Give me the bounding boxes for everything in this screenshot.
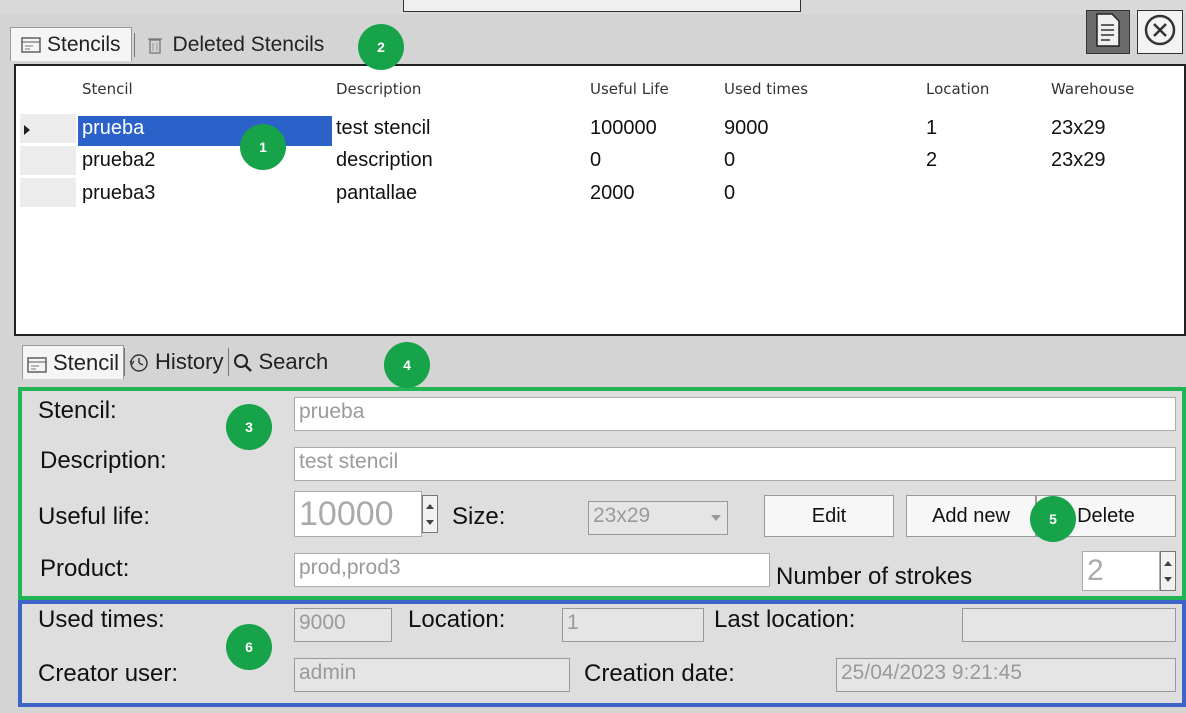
stepper-up-icon bbox=[426, 504, 434, 509]
cell-description: test stencil bbox=[336, 117, 431, 139]
tab-history-label: History bbox=[155, 349, 224, 374]
cell-warehouse: 23x29 bbox=[1051, 117, 1106, 139]
column-header[interactable]: Stencil bbox=[82, 80, 133, 98]
column-header[interactable]: Useful Life bbox=[590, 80, 669, 98]
cell-used-times: 0 bbox=[724, 182, 736, 204]
current-row-arrow-icon bbox=[24, 125, 30, 135]
product-field[interactable]: prod,prod3 bbox=[294, 553, 770, 587]
cell-useful-life: 100000 bbox=[590, 117, 657, 139]
top-bar bbox=[0, 0, 1186, 14]
cell-location: 2 bbox=[926, 149, 938, 171]
callout-badge: 2 bbox=[358, 24, 404, 70]
strokes-label: Number of strokes bbox=[776, 563, 973, 590]
cell-warehouse: 23x29 bbox=[1051, 149, 1106, 171]
useful-life-input[interactable]: 10000 bbox=[294, 491, 422, 537]
creator-user-label: Creator user: bbox=[38, 660, 179, 687]
cell-used-times: 0 bbox=[724, 149, 736, 171]
stepper-down-icon bbox=[426, 520, 434, 525]
creator-user-field: admin bbox=[294, 658, 570, 692]
callout-badge: 1 bbox=[240, 124, 286, 170]
last-location-field bbox=[962, 608, 1176, 642]
used-times-label: Used times: bbox=[38, 606, 165, 633]
stencil-form-panel: Stencil: prueba Description: test stenci… bbox=[18, 387, 1186, 600]
stencil-label: Stencil: bbox=[38, 397, 117, 424]
callout-badge: 4 bbox=[384, 342, 430, 388]
description-label: Description: bbox=[40, 447, 167, 474]
cell-useful-life: 2000 bbox=[590, 182, 635, 204]
detail-tabbar: Stencil History Search bbox=[22, 344, 332, 380]
stepper-up-icon bbox=[1164, 561, 1172, 566]
useful-life-stepper[interactable] bbox=[422, 495, 438, 533]
useful-life-label: Useful life: bbox=[38, 503, 151, 530]
tab-search[interactable]: Search bbox=[229, 345, 333, 379]
tab-history[interactable]: History bbox=[125, 345, 227, 379]
stencil-info-panel: Used times: 9000 Location: 1 Last locati… bbox=[18, 600, 1186, 707]
callout-badge: 3 bbox=[226, 404, 272, 450]
trash-icon bbox=[147, 36, 167, 54]
tab-stencils[interactable]: Stencils bbox=[10, 27, 132, 61]
callout-badge: 5 bbox=[1030, 496, 1076, 542]
creation-date-field: 25/04/2023 9:21:45 bbox=[836, 658, 1176, 692]
grid-header: Stencil Description Useful Life Used tim… bbox=[16, 66, 1184, 110]
stencil-field[interactable]: prueba bbox=[294, 397, 1176, 431]
top-slot bbox=[403, 0, 801, 12]
stepper-down-icon bbox=[1164, 577, 1172, 582]
column-header[interactable]: Warehouse bbox=[1051, 80, 1134, 98]
product-label: Product: bbox=[40, 555, 130, 582]
edit-button[interactable]: Edit bbox=[764, 495, 894, 537]
strokes-stepper[interactable] bbox=[1160, 551, 1176, 591]
cell-useful-life: 0 bbox=[590, 149, 602, 171]
stencils-grid[interactable]: Stencil Description Useful Life Used tim… bbox=[14, 64, 1186, 336]
tab-search-label: Search bbox=[258, 349, 329, 374]
cell-stencil: prueba2 bbox=[82, 149, 156, 171]
tab-stencils-label: Stencils bbox=[47, 32, 121, 56]
tab-stencil[interactable]: Stencil bbox=[22, 345, 125, 379]
strokes-input[interactable]: 2 bbox=[1082, 551, 1160, 591]
column-header[interactable]: Description bbox=[336, 80, 421, 98]
size-select-value: 23x29 bbox=[593, 504, 651, 527]
location-label: Location: bbox=[408, 606, 506, 633]
column-header[interactable]: Location bbox=[926, 80, 989, 98]
row-indicator[interactable] bbox=[20, 178, 76, 208]
add-new-button[interactable]: Add new bbox=[906, 495, 1036, 537]
chevron-down-icon bbox=[711, 515, 721, 521]
column-header[interactable]: Used times bbox=[724, 80, 808, 98]
used-times-field: 9000 bbox=[294, 608, 392, 642]
creation-date-label: Creation date: bbox=[584, 660, 735, 687]
document-icon bbox=[1094, 12, 1122, 52]
callout-badge: 6 bbox=[226, 624, 272, 670]
cell-used-times: 9000 bbox=[724, 117, 769, 139]
size-label: Size: bbox=[452, 503, 506, 530]
tab-deleted-stencils[interactable]: Deleted Stencils bbox=[137, 29, 335, 61]
history-icon bbox=[129, 353, 149, 372]
size-select[interactable]: 23x29 bbox=[588, 501, 728, 535]
close-button[interactable] bbox=[1137, 10, 1183, 54]
stencil-icon bbox=[27, 354, 47, 373]
row-indicator[interactable] bbox=[20, 146, 76, 176]
cell-description: description bbox=[336, 149, 433, 171]
cell-stencil: prueba3 bbox=[82, 182, 156, 204]
search-icon bbox=[233, 353, 253, 372]
top-tabbar: Stencils Deleted Stencils bbox=[10, 27, 334, 61]
tab-stencil-label: Stencil bbox=[53, 349, 120, 375]
last-location-label: Last location: bbox=[714, 606, 856, 633]
stencil-icon bbox=[21, 36, 41, 54]
close-icon bbox=[1143, 13, 1177, 52]
description-field[interactable]: test stencil bbox=[294, 447, 1176, 481]
tab-separator bbox=[133, 33, 135, 57]
export-button[interactable] bbox=[1086, 10, 1130, 54]
cell-stencil: prueba bbox=[82, 117, 145, 139]
cell-description: pantallae bbox=[336, 182, 418, 204]
tab-deleted-stencils-label: Deleted Stencils bbox=[172, 33, 325, 56]
location-field: 1 bbox=[562, 608, 704, 642]
cell-location: 1 bbox=[926, 117, 938, 139]
